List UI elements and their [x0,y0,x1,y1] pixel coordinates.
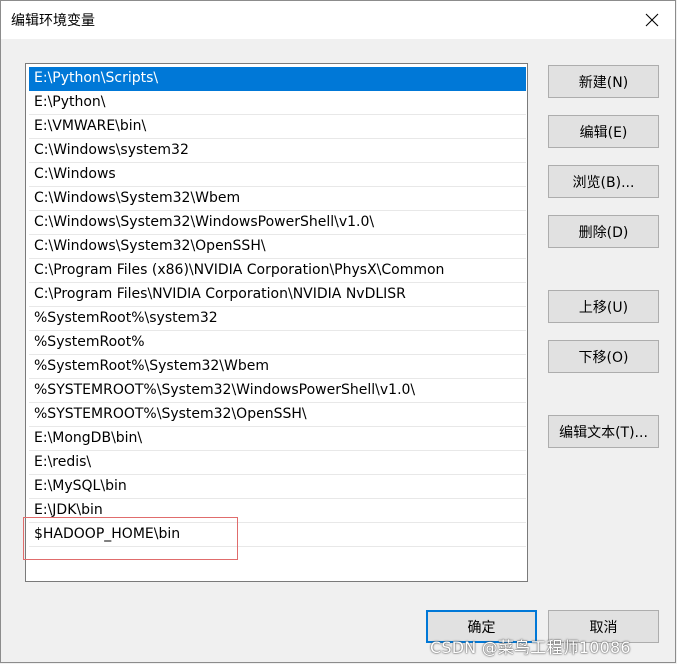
path-item[interactable]: %SYSTEMROOT%\System32\WindowsPowerShell\… [29,379,526,403]
close-button[interactable] [629,1,675,39]
csdn-watermark: CSDN @菜鸟工程师10086 [430,638,631,657]
title-bar: 编辑环境变量 [1,1,675,39]
close-icon [645,13,659,27]
path-item[interactable]: C:\Windows\system32 [29,139,526,163]
highlight-annotation-box [23,517,238,560]
move-up-button[interactable]: 上移(U) [548,290,659,323]
path-item[interactable]: E:\redis\ [29,451,526,475]
path-item[interactable]: C:\Windows\System32\Wbem [29,187,526,211]
edit-button[interactable]: 编辑(E) [548,115,659,148]
path-item[interactable]: E:\MongDB\bin\ [29,427,526,451]
path-item[interactable]: E:\VMWARE\bin\ [29,115,526,139]
edit-text-button[interactable]: 编辑文本(T)... [548,415,659,448]
delete-button[interactable]: 删除(D) [548,215,659,248]
path-listbox[interactable]: E:\Python\Scripts\ E:\Python\ E:\VMWARE\… [25,63,528,582]
path-item[interactable]: E:\Python\ [29,91,526,115]
path-item[interactable]: E:\Python\Scripts\ [29,67,526,91]
edit-env-variable-dialog: 编辑环境变量 E:\Python\Scripts\ E:\Python\ E:\… [0,0,676,663]
path-item[interactable]: %SystemRoot%\System32\Wbem [29,355,526,379]
path-item[interactable]: C:\Program Files (x86)\NVIDIA Corporatio… [29,259,526,283]
path-item[interactable]: %SystemRoot% [29,331,526,355]
browse-button[interactable]: 浏览(B)... [548,165,659,198]
path-item[interactable]: C:\Windows\System32\WindowsPowerShell\v1… [29,211,526,235]
move-down-button[interactable]: 下移(O) [548,340,659,373]
path-item[interactable]: C:\Program Files\NVIDIA Corporation\NVID… [29,283,526,307]
path-item[interactable]: %SystemRoot%\system32 [29,307,526,331]
path-item[interactable]: C:\Windows\System32\OpenSSH\ [29,235,526,259]
dialog-title: 编辑环境变量 [11,13,95,29]
path-item[interactable]: C:\Windows [29,163,526,187]
path-item[interactable]: E:\MySQL\bin [29,475,526,499]
new-button[interactable]: 新建(N) [548,65,659,98]
path-item[interactable]: %SYSTEMROOT%\System32\OpenSSH\ [29,403,526,427]
